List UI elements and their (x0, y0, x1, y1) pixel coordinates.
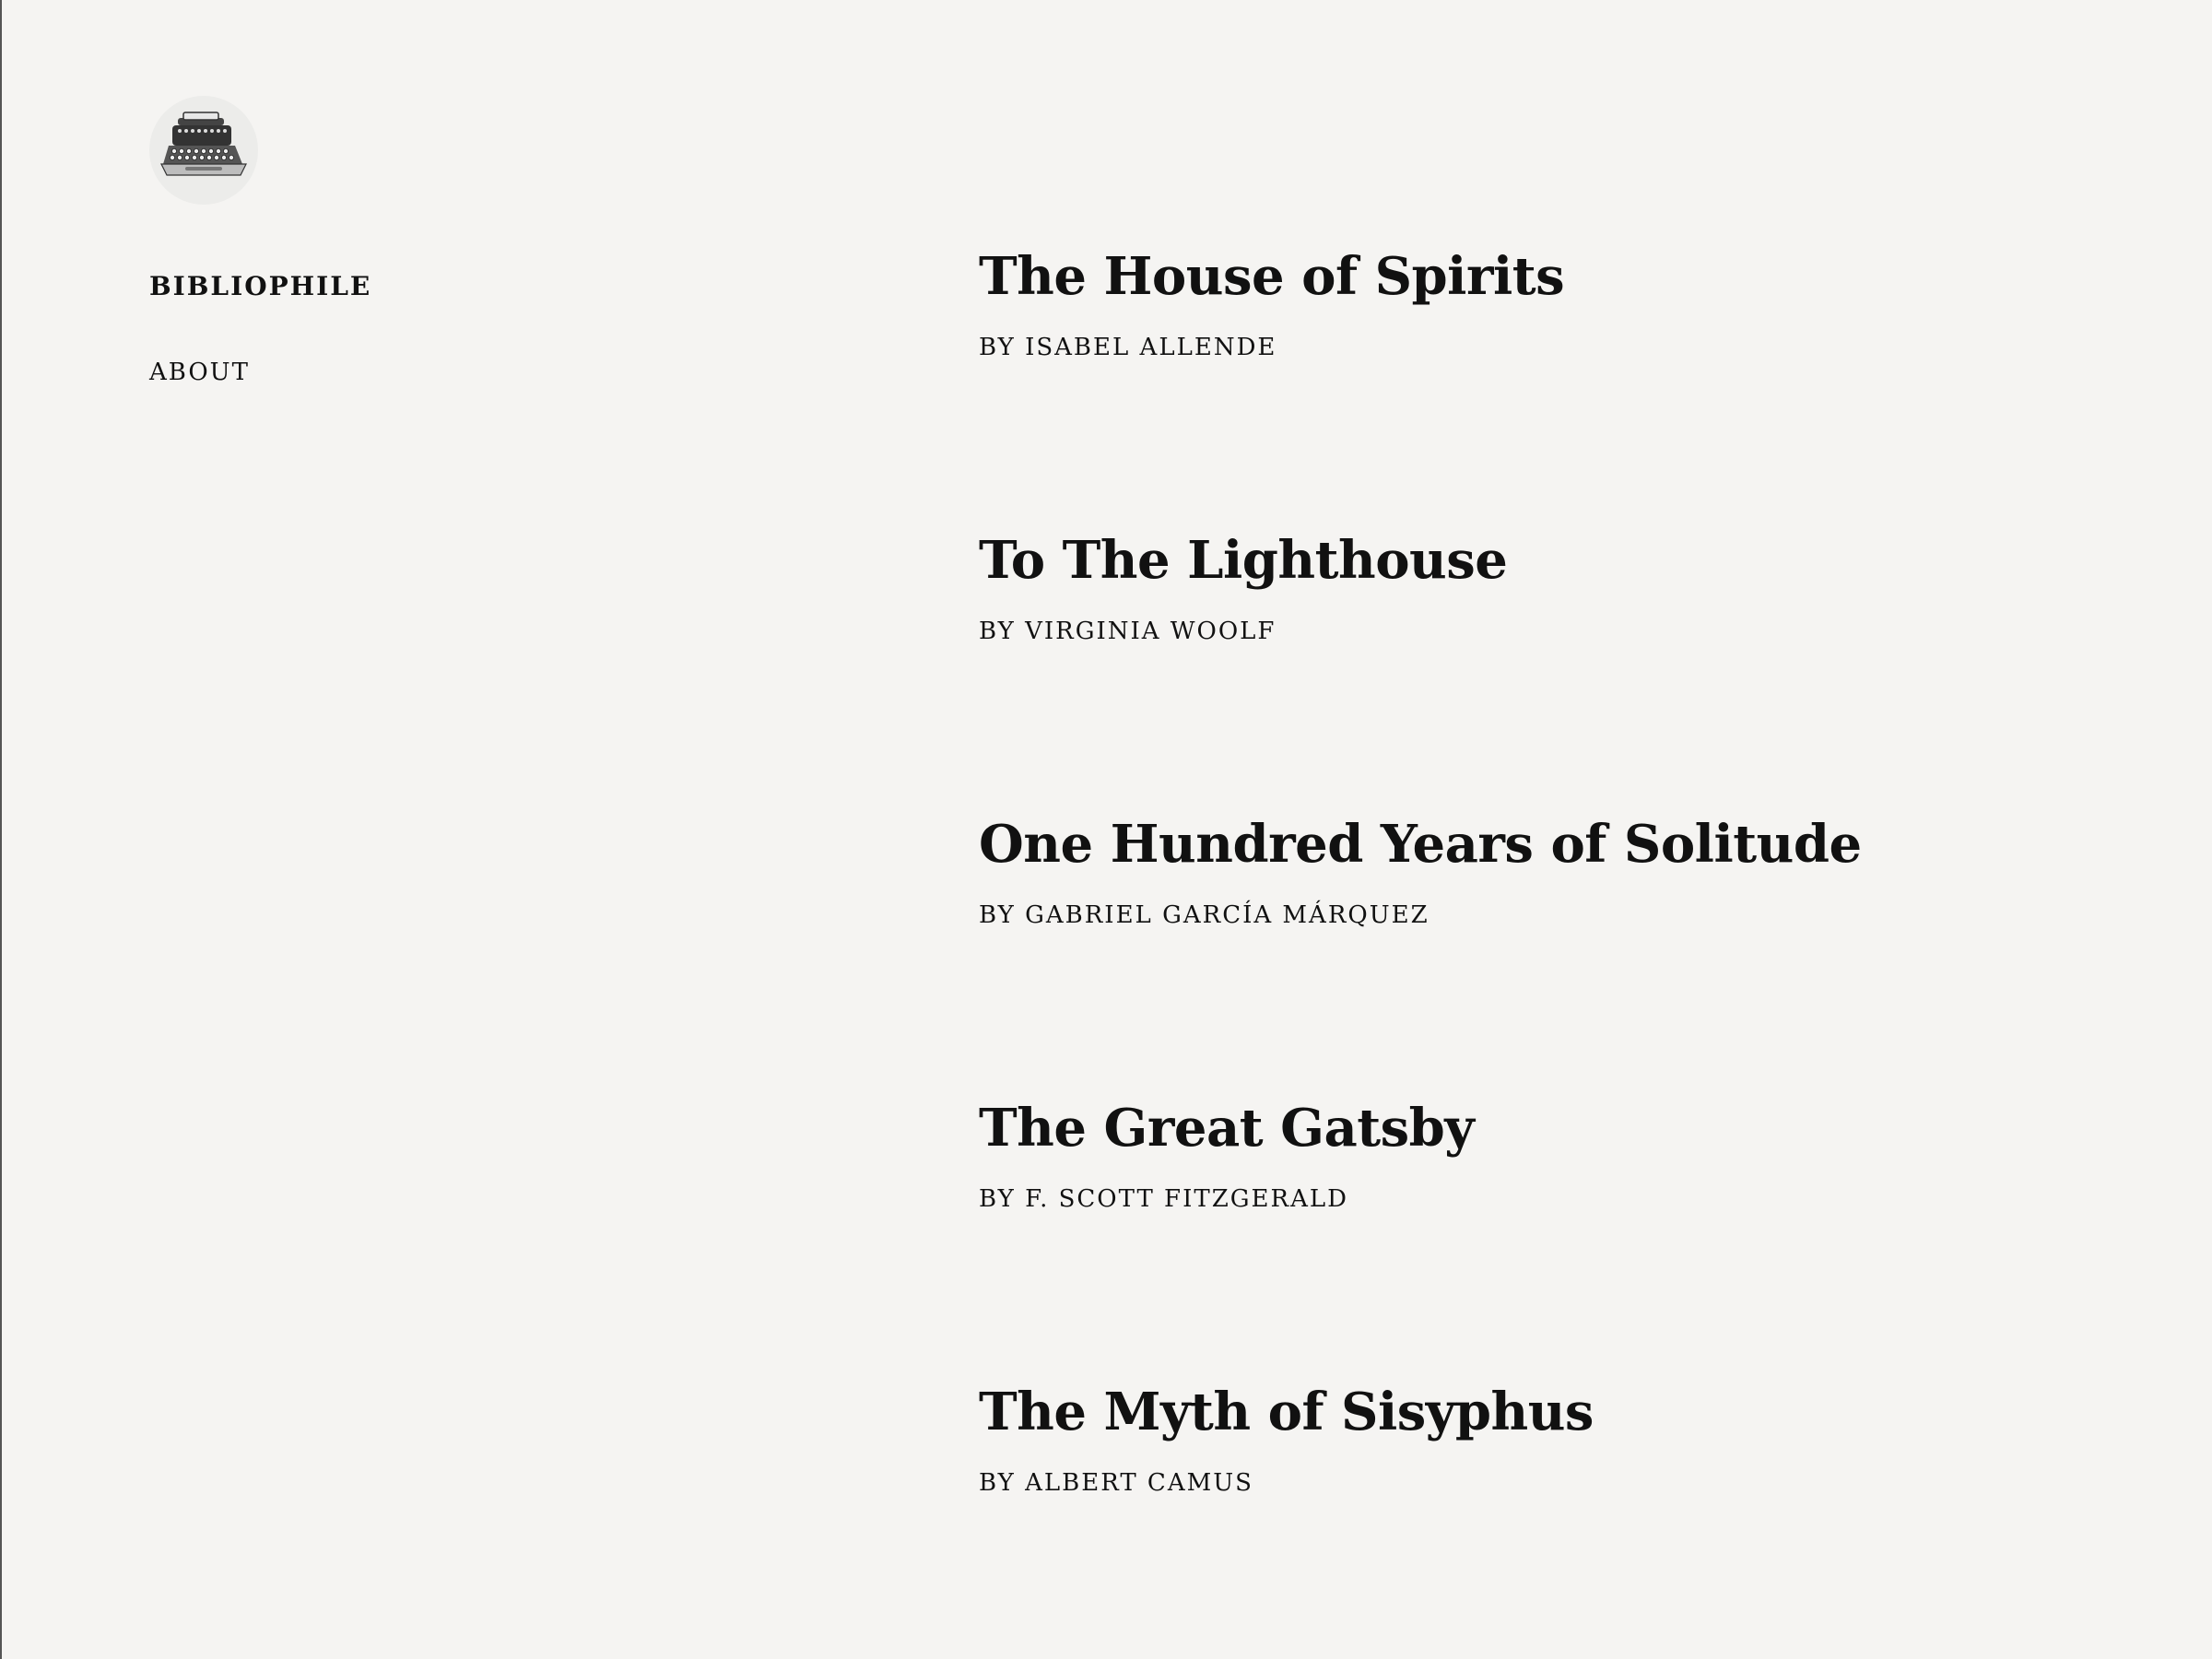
list-item: The Great Gatsby BY F. SCOTT FITZGERALD (979, 1100, 2085, 1384)
post-author: BY F. SCOTT FITZGERALD (979, 1184, 1348, 1213)
site-title-link[interactable]: BIBLIOPHILE (149, 271, 371, 301)
post-title-link[interactable]: The Myth of Sisyphus (979, 1383, 1594, 1441)
sidebar-nav: ABOUT (149, 359, 702, 386)
page: BIBLIOPHILE ABOUT The House of Spirits B… (0, 0, 2212, 1659)
post-author: BY GABRIEL GARCÍA MÁRQUEZ (979, 900, 1430, 929)
post-list: The House of Spirits BY ISABEL ALLENDE T… (979, 248, 2085, 1659)
post-author: BY ALBERT CAMUS (979, 1468, 1253, 1497)
post-title-link[interactable]: The Great Gatsby (979, 1100, 1475, 1158)
typewriter-icon (160, 112, 247, 176)
post-title-link[interactable]: The House of Spirits (979, 248, 1565, 306)
nav-item-about[interactable]: ABOUT (149, 359, 702, 386)
sidebar: BIBLIOPHILE ABOUT (149, 96, 702, 386)
post-author: BY ISABEL ALLENDE (979, 333, 1277, 361)
post-title-link[interactable]: To The Lighthouse (979, 532, 1508, 590)
list-item: To The Lighthouse BY VIRGINIA WOOLF (979, 532, 2085, 817)
list-item: The Myth of Sisyphus BY ALBERT CAMUS (979, 1383, 2085, 1659)
post-author: BY VIRGINIA WOOLF (979, 617, 1277, 645)
post-title-link[interactable]: One Hundred Years of Solitude (979, 816, 1862, 874)
list-item: The House of Spirits BY ISABEL ALLENDE (979, 248, 2085, 533)
avatar[interactable] (149, 96, 258, 205)
list-item: One Hundred Years of Solitude BY GABRIEL… (979, 816, 2085, 1100)
